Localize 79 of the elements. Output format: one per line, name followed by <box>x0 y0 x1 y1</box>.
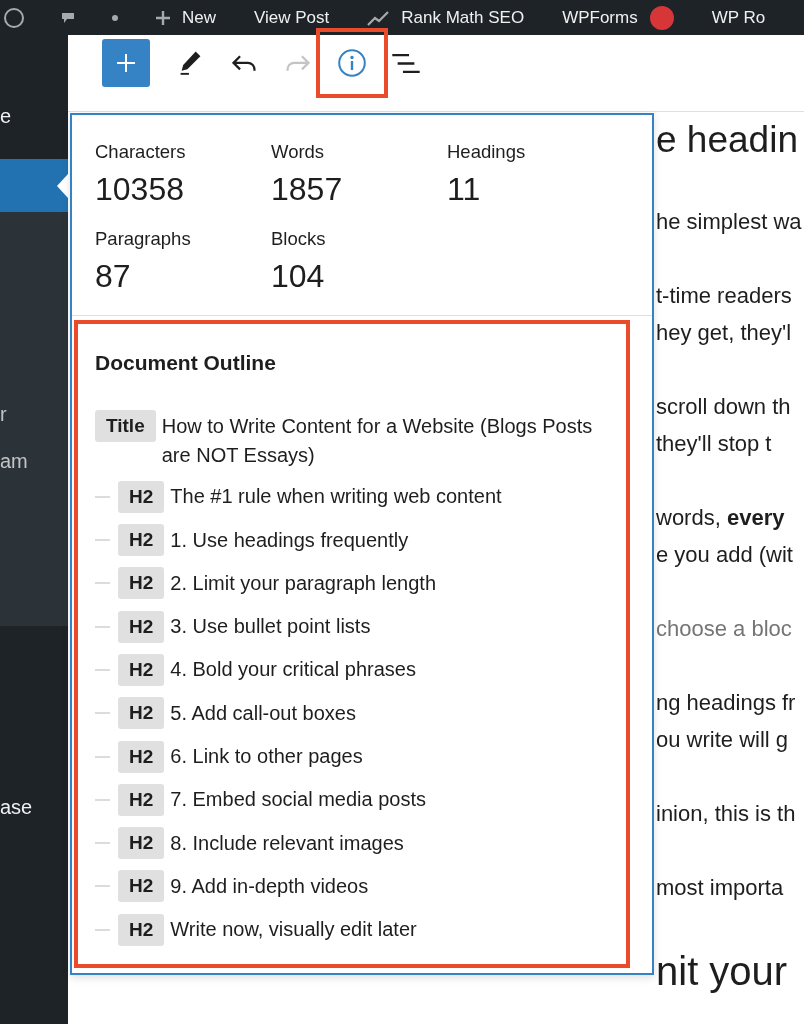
outline-item[interactable]: 9. Add in-depth videos <box>170 870 369 901</box>
outline-item[interactable]: 1. Use headings frequently <box>170 524 409 555</box>
dash-icon <box>95 625 110 628</box>
undo-icon <box>232 54 256 72</box>
stat-value: 11 <box>447 170 481 208</box>
stat-value: 87 <box>95 257 131 295</box>
outline-item[interactable]: How to Write Content for a Website (Blogs Posts are NOT Essays) <box>161 410 618 470</box>
level-badge: H2 <box>118 783 165 816</box>
menu-item[interactable] <box>0 159 68 212</box>
level-badge: H2 <box>118 870 165 903</box>
paragraph-text: scroll down th they'll stop t <box>656 393 792 458</box>
outline-item[interactable]: The #1 rule when writing web content <box>170 480 502 512</box>
stat-label: Characters <box>95 140 186 164</box>
submenu-item[interactable]: am <box>0 449 28 473</box>
logo-icon <box>4 7 24 28</box>
level-badge: H2 <box>118 567 165 600</box>
outline-item[interactable]: 3. Use bullet point lists <box>170 610 371 642</box>
dash-icon <box>95 928 110 931</box>
stat-value: 104 <box>271 257 325 295</box>
level-badge: H2 <box>118 654 165 686</box>
level-badge: H2 <box>118 524 165 557</box>
admin-bar-link[interactable]: WPForms <box>562 6 638 29</box>
level-badge: H2 <box>118 480 165 513</box>
outline-item[interactable]: 4. Bold your critical phrases <box>170 654 416 685</box>
level-badge: Title <box>95 410 156 442</box>
level-badge: H2 <box>118 740 165 773</box>
dash-icon <box>95 842 110 845</box>
dash-icon <box>95 885 110 888</box>
admin-bar-link[interactable]: View Post <box>254 6 330 29</box>
outline-item[interactable]: 8. Include relevant images <box>170 827 404 858</box>
paragraph-text: inion, this is th <box>656 800 797 828</box>
info-icon <box>338 49 366 77</box>
level-badge: H2 <box>118 697 165 730</box>
dash-icon <box>95 798 110 801</box>
stat-label: Words <box>271 140 325 164</box>
outline-item[interactable]: 6. Link to other pages <box>170 740 363 772</box>
paragraph-text: most importa <box>656 874 785 902</box>
redo-icon <box>286 54 310 72</box>
pencil-icon <box>179 51 201 75</box>
admin-bar-link[interactable]: New <box>182 6 216 29</box>
dot-icon <box>112 14 118 21</box>
level-badge: H2 <box>118 827 165 860</box>
heading-text: e headin <box>656 118 799 162</box>
heading-text: nit your <box>656 948 789 995</box>
stat-label: Headings <box>447 140 526 164</box>
menu-item[interactable]: e <box>0 104 12 128</box>
outline-item[interactable]: 2. Limit your paragraph length <box>170 567 436 598</box>
paragraph-text: t-time readers hey get, they'l <box>656 282 793 347</box>
paragraph-text: he simplest wa <box>656 208 803 236</box>
list-view-icon <box>392 53 420 73</box>
dash-icon <box>95 582 110 585</box>
placeholder-text: choose a bloc <box>656 615 793 643</box>
outline-item[interactable]: 5. Add call-out boxes <box>170 697 356 728</box>
level-badge: H2 <box>118 913 165 946</box>
stat-value: 10358 <box>95 170 184 208</box>
level-badge: H2 <box>118 610 165 643</box>
add-block-button[interactable] <box>102 39 150 87</box>
plus-icon <box>117 54 135 72</box>
paragraph-text: words, every e you add (wit <box>656 504 794 569</box>
dash-icon <box>95 712 110 715</box>
chart-line-icon <box>367 9 390 26</box>
stat-value: 1857 <box>271 170 343 208</box>
paragraph-text: ng headings fr ou write will g <box>656 689 797 754</box>
stat-label: Paragraphs <box>95 227 191 251</box>
triangle-pointer-icon <box>57 173 68 198</box>
outline-item[interactable]: Write now, visually edit later <box>170 913 417 945</box>
dash-icon <box>95 539 110 542</box>
menu-item[interactable]: ase <box>0 795 33 819</box>
dash-icon <box>95 755 110 758</box>
dash-icon <box>95 669 110 671</box>
stat-label: Blocks <box>271 227 326 251</box>
plus-icon <box>156 10 170 25</box>
admin-bar-link[interactable]: WP Ro <box>711 6 766 29</box>
submenu-item[interactable]: r <box>0 402 7 426</box>
outline-heading: Document Outline <box>95 350 277 376</box>
outline-item[interactable]: 7. Embed social media posts <box>170 783 426 815</box>
admin-bar-link[interactable]: Rank Math SEO <box>401 6 525 29</box>
dash-icon <box>95 495 110 498</box>
speech-bubble-icon <box>62 12 74 23</box>
